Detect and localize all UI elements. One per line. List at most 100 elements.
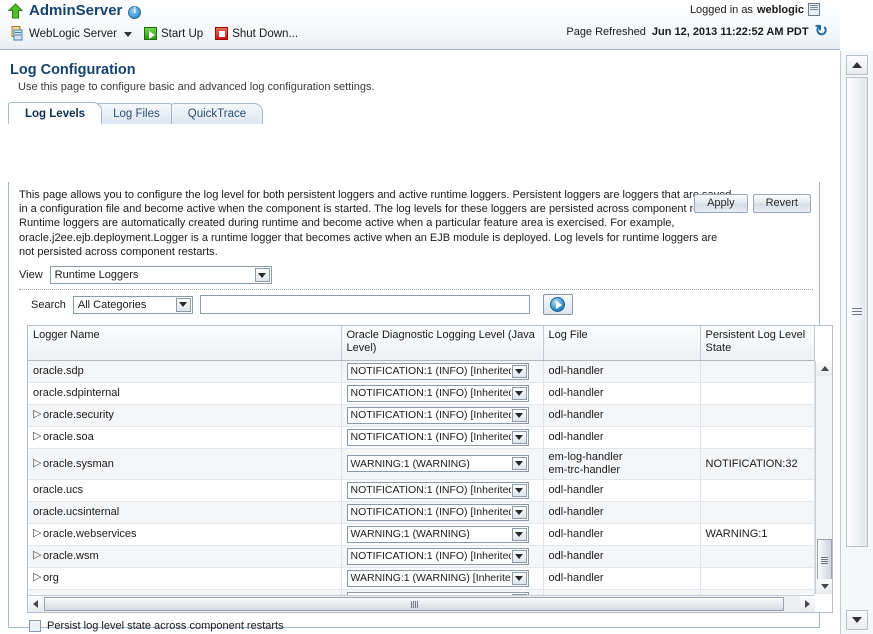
table-row[interactable]: oracle.sdpinternalNOTIFICATION:1 (INFO) … — [28, 382, 814, 404]
search-go-button[interactable] — [543, 294, 573, 315]
expand-triangle-icon[interactable] — [33, 574, 39, 582]
log-level-select[interactable]: NOTIFICATION:1 (INFO) [Inherited] — [347, 429, 529, 446]
view-row: View Runtime Loggers — [19, 266, 272, 284]
expand-triangle-icon[interactable] — [33, 433, 39, 441]
log-file-link[interactable]: odl-handler — [549, 365, 695, 378]
logged-in-username: weblogic — [757, 4, 804, 16]
chevron-down-icon[interactable] — [176, 298, 191, 312]
chevron-down-icon[interactable] — [512, 457, 527, 470]
view-select[interactable]: Runtime Loggers — [50, 266, 272, 284]
log-level-select[interactable]: NOTIFICATION:1 (INFO) [Inherited] — [347, 548, 529, 565]
expand-triangle-icon[interactable] — [33, 411, 39, 419]
col-header-logger-name[interactable]: Logger Name — [28, 326, 341, 360]
log-file-link[interactable]: odl-handler — [549, 409, 695, 422]
refresh-icon[interactable]: ↻ — [815, 24, 828, 40]
table-row[interactable]: oracle.sysman WARNING:1 (WARNING) em-log-h… — [28, 448, 814, 479]
col-header-persistent-state[interactable]: Persistent Log Level State — [700, 326, 814, 360]
cell-persistent-state — [700, 360, 814, 382]
weblogic-server-menu[interactable]: WebLogic Server — [8, 25, 135, 42]
chevron-down-icon[interactable] — [512, 387, 527, 400]
logger-name-label: oracle.webservices — [43, 528, 137, 540]
table-row[interactable]: oracle.ucsinternalNOTIFICATION:1 (INFO) … — [28, 501, 814, 523]
log-level-value: NOTIFICATION:1 (INFO) [Inherited] — [348, 387, 511, 399]
log-level-select[interactable]: WARNING:1 (WARNING) [Inherited] — [347, 570, 529, 587]
vertical-scroll-thumb[interactable] — [817, 539, 832, 581]
table-row[interactable]: oracle.securityNOTIFICATION:1 (INFO) [In… — [28, 404, 814, 426]
chevron-down-icon[interactable] — [512, 528, 527, 541]
log-level-select[interactable]: WARNING:1 (WARNING) — [347, 455, 529, 472]
chevron-down-icon[interactable] — [512, 409, 527, 422]
log-level-select[interactable]: WARNING:1 (WARNING) — [347, 526, 529, 543]
table-vertical-scrollbar[interactable] — [815, 361, 832, 594]
table-header-row: Logger Name Oracle Diagnostic Logging Le… — [28, 326, 814, 360]
log-file-link[interactable]: em-trc-handler — [549, 464, 695, 477]
chevron-down-icon[interactable] — [255, 268, 270, 282]
cell-log-file: odl-handler — [543, 360, 700, 382]
page-scroll-down-icon[interactable] — [846, 610, 868, 630]
chevron-down-icon[interactable] — [512, 484, 527, 497]
page-scroll-thumb[interactable] — [846, 77, 868, 547]
chevron-down-icon[interactable] — [512, 431, 527, 444]
persist-checkbox-row: Persist log level state across component… — [29, 620, 284, 632]
logger-table: Logger Name Oracle Diagnostic Logging Le… — [27, 325, 833, 613]
start-up-button[interactable]: Start Up — [141, 26, 206, 41]
search-input[interactable] — [200, 295, 530, 314]
log-file-link[interactable]: em-log-handler — [549, 451, 695, 464]
cell-log-file: odl-handler — [543, 382, 700, 404]
logger-name-label: oracle.soa — [43, 431, 94, 443]
log-file-link[interactable]: odl-handler — [549, 387, 695, 400]
panel-description: This page allows you to configure the lo… — [19, 188, 734, 259]
log-level-select[interactable]: NOTIFICATION:1 (INFO) [Inherited] — [347, 385, 529, 402]
log-file-link[interactable]: odl-handler — [549, 550, 695, 563]
horizontal-scroll-thumb[interactable] — [44, 597, 784, 611]
logged-in-prefix: Logged in as — [690, 4, 753, 16]
persist-log-level-checkbox[interactable] — [29, 620, 41, 632]
host-icon[interactable] — [808, 3, 820, 16]
shut-down-button[interactable]: Shut Down... — [212, 26, 301, 41]
scroll-left-icon[interactable] — [28, 596, 43, 612]
col-header-log-file[interactable]: Log File — [543, 326, 700, 360]
page-vertical-scrollbar[interactable] — [840, 51, 873, 634]
scroll-down-icon[interactable] — [816, 579, 833, 594]
expand-triangle-icon[interactable] — [33, 460, 39, 468]
table-row[interactable]: oracle.soa NOTIFICATION:1 (INFO) [Inherit… — [28, 426, 814, 448]
info-icon[interactable] — [128, 6, 141, 19]
tab-quicktrace[interactable]: QuickTrace — [171, 103, 263, 124]
search-category-select[interactable]: All Categories — [73, 296, 193, 314]
chevron-down-icon[interactable] — [512, 506, 527, 519]
apply-button[interactable]: Apply — [694, 194, 748, 213]
server-running-up-arrow-icon — [8, 3, 23, 19]
tab-log-levels[interactable]: Log Levels — [8, 102, 102, 124]
table-row[interactable]: oracle.wsmNOTIFICATION:1 (INFO) [Inherit… — [28, 545, 814, 567]
log-level-select[interactable]: NOTIFICATION:1 (INFO) [Inherited] — [347, 363, 529, 380]
tab-log-files[interactable]: Log Files — [96, 103, 177, 124]
cell-persistent-state — [700, 382, 814, 404]
scroll-right-icon[interactable] — [800, 596, 815, 612]
log-file-link[interactable]: odl-handler — [549, 572, 695, 585]
expand-triangle-icon[interactable] — [33, 552, 39, 560]
log-level-value: NOTIFICATION:1 (INFO) [Inherited] — [348, 506, 511, 518]
chevron-down-icon[interactable] — [512, 365, 527, 378]
log-file-link[interactable]: odl-handler — [549, 484, 695, 497]
col-header-odl-level[interactable]: Oracle Diagnostic Logging Level (Java Le… — [341, 326, 543, 360]
revert-button[interactable]: Revert — [753, 194, 811, 213]
log-level-value: NOTIFICATION:1 (INFO) [Inherited] — [348, 431, 511, 443]
cell-log-file: odl-handler — [543, 479, 700, 501]
log-level-select[interactable]: NOTIFICATION:1 (INFO) [Inherited] — [347, 482, 529, 499]
log-file-link[interactable]: odl-handler — [549, 431, 695, 444]
chevron-down-icon[interactable] — [512, 550, 527, 563]
table-row[interactable]: oracle.webservices WARNING:1 (WARNING) odl… — [28, 523, 814, 545]
table-row[interactable]: orgWARNING:1 (WARNING) [Inherited]odl-ha… — [28, 567, 814, 589]
table-row[interactable]: oracle.sdpNOTIFICATION:1 (INFO) [Inherit… — [28, 360, 814, 382]
table-horizontal-scrollbar[interactable] — [28, 595, 815, 612]
page-scroll-up-icon[interactable] — [846, 55, 868, 75]
log-file-link[interactable]: odl-handler — [549, 506, 695, 519]
table-row[interactable]: oracle.ucsNOTIFICATION:1 (INFO) [Inherit… — [28, 479, 814, 501]
log-level-select[interactable]: NOTIFICATION:1 (INFO) [Inherited] — [347, 504, 529, 521]
chevron-down-icon[interactable] — [512, 572, 527, 585]
log-level-select[interactable]: NOTIFICATION:1 (INFO) [Inherited] — [347, 407, 529, 424]
cell-logger-name: oracle.sysman — [28, 448, 341, 479]
scroll-up-icon[interactable] — [816, 361, 833, 376]
expand-triangle-icon[interactable] — [33, 530, 39, 538]
log-file-link[interactable]: odl-handler — [549, 528, 695, 541]
